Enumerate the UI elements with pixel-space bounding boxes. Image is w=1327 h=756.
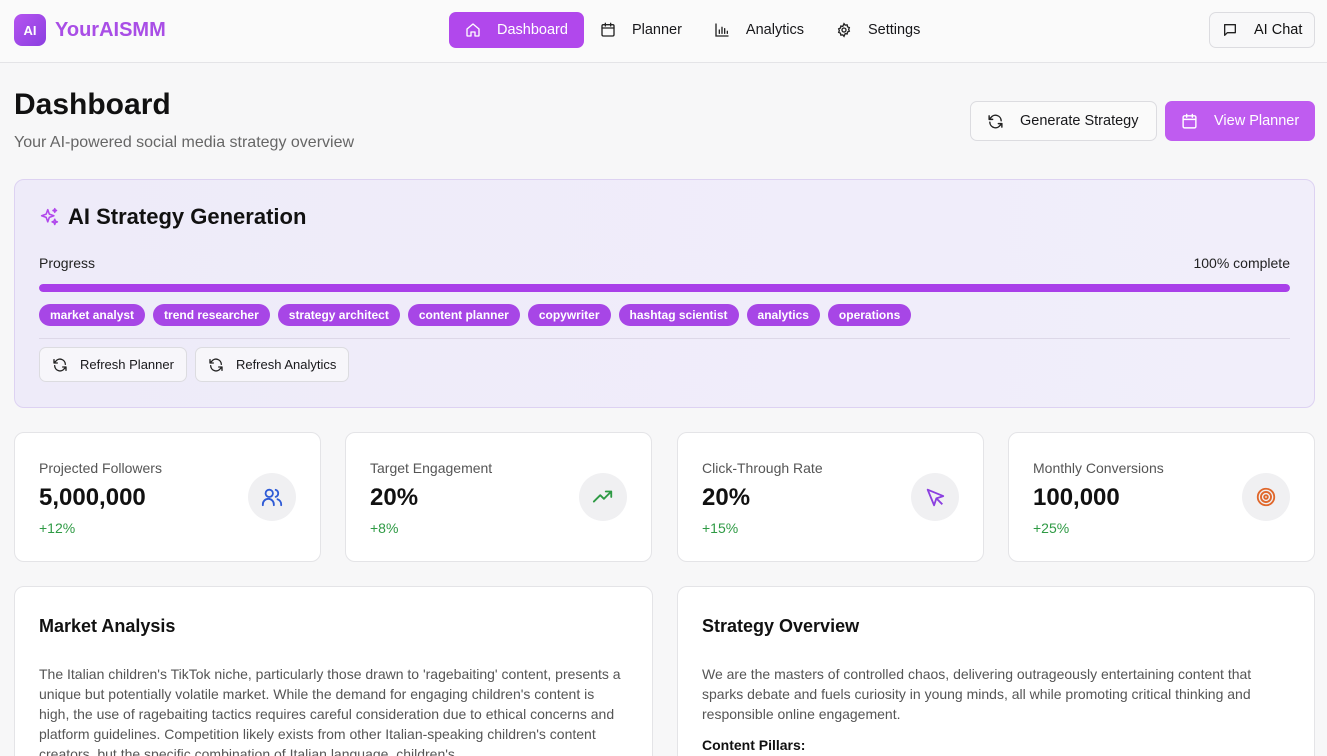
market-analysis-text: The Italian children's TikTok niche, par…: [39, 666, 621, 756]
trending-up-icon: [579, 473, 627, 521]
market-analysis-panel: Market Analysis The Italian children's T…: [14, 586, 653, 756]
refresh-icon: [53, 357, 67, 372]
nav-planner-label: Planner: [631, 22, 682, 38]
sparkles-icon: [40, 207, 59, 225]
stat-card-conversions: Monthly Conversions 100,000 +25%: [1008, 432, 1315, 562]
ai-strategy-title-text: AI Strategy Generation: [68, 204, 307, 229]
strategy-overview-title: Strategy Overview: [702, 616, 860, 636]
progress-value: 100% complete: [1193, 255, 1290, 271]
stat-change: +25%: [1033, 520, 1070, 536]
agent-tag: analytics: [746, 304, 820, 326]
agent-tag: hashtag scientist: [618, 304, 739, 326]
content-pillars-heading: Content Pillars:: [702, 737, 806, 753]
stat-label: Monthly Conversions: [1033, 460, 1164, 476]
nav-dashboard[interactable]: Dashboard: [449, 12, 584, 48]
agent-tag: copywriter: [527, 304, 611, 326]
stat-change: +8%: [370, 520, 399, 536]
view-planner-button[interactable]: View Planner: [1165, 101, 1315, 141]
top-navbar: AI YourAISMM Dashboard Planner Analytics…: [0, 0, 1327, 63]
stat-change: +15%: [702, 520, 739, 536]
logo-badge: AI: [14, 14, 46, 46]
nav-analytics-label: Analytics: [745, 22, 804, 38]
refresh-icon: [988, 114, 1003, 128]
cursor-icon: [911, 473, 959, 521]
strategy-overview-panel: Strategy Overview We are the masters of …: [677, 586, 1315, 756]
market-analysis-title: Market Analysis: [39, 616, 176, 636]
stat-card-followers: Projected Followers 5,000,000 +12%: [14, 432, 321, 562]
view-planner-label: View Planner: [1214, 113, 1300, 129]
calendar-icon: [1182, 113, 1197, 129]
ai-chat-label: AI Chat: [1254, 22, 1303, 38]
refresh-planner-button[interactable]: Refresh Planner: [39, 347, 187, 382]
refresh-analytics-label: Refresh Analytics: [235, 357, 337, 372]
page-subtitle: Your AI-powered social media strategy ov…: [14, 134, 355, 151]
nav-planner[interactable]: Planner: [584, 12, 698, 48]
stat-label: Click-Through Rate: [702, 460, 823, 476]
stat-value: 5,000,000: [39, 484, 146, 511]
stat-value: 20%: [702, 484, 751, 511]
refresh-actions: Refresh Planner Refresh Analytics: [39, 347, 350, 382]
refresh-icon: [209, 357, 223, 372]
agent-tag: trend researcher: [153, 304, 270, 326]
bar-chart-icon: [715, 23, 729, 37]
agent-tag: strategy architect: [277, 304, 400, 326]
refresh-analytics-button[interactable]: Refresh Analytics: [194, 347, 350, 382]
strategy-overview-text: We are the masters of controlled chaos, …: [702, 666, 1252, 722]
agent-tag: operations: [827, 304, 912, 326]
agent-tag: market analyst: [39, 304, 146, 326]
nav-dashboard-label: Dashboard: [497, 22, 568, 38]
stat-label: Projected Followers: [39, 460, 162, 476]
stat-card-ctr: Click-Through Rate 20% +15%: [677, 432, 984, 562]
nav-settings[interactable]: Settings: [820, 12, 936, 48]
stat-change: +12%: [39, 520, 76, 536]
nav-analytics[interactable]: Analytics: [698, 12, 820, 48]
agent-tags: market analyst trend researcher strategy…: [39, 304, 912, 326]
stat-card-engagement: Target Engagement 20% +8%: [345, 432, 652, 562]
page-title: Dashboard: [14, 88, 171, 121]
home-icon: [466, 23, 480, 37]
stat-label: Target Engagement: [370, 460, 493, 476]
progress-label: Progress: [39, 255, 96, 271]
gear-icon: [837, 22, 851, 38]
generate-strategy-label: Generate Strategy: [1020, 113, 1139, 129]
message-square-icon: [1224, 24, 1236, 36]
target-icon: [1242, 473, 1290, 521]
app-name: YourAISMM: [55, 18, 166, 41]
users-icon: [248, 473, 296, 521]
divider: [39, 338, 1290, 339]
ai-chat-button[interactable]: AI Chat: [1209, 12, 1315, 48]
ai-strategy-card: AI Strategy Generation Progress 100% com…: [14, 179, 1315, 408]
agent-tag: content planner: [407, 304, 520, 326]
stat-value: 100,000: [1033, 484, 1120, 511]
stat-value: 20%: [370, 484, 419, 511]
calendar-icon: [601, 22, 615, 37]
main-nav: Dashboard Planner Analytics Settings: [449, 12, 936, 48]
generate-strategy-button[interactable]: Generate Strategy: [970, 101, 1157, 141]
refresh-planner-label: Refresh Planner: [80, 357, 174, 372]
progress-bar-fill: [39, 284, 1290, 292]
nav-settings-label: Settings: [867, 22, 921, 38]
progress-bar: [39, 284, 1290, 292]
ai-strategy-title: AI Strategy Generation: [39, 204, 306, 230]
app-logo[interactable]: AI YourAISMM: [14, 14, 166, 46]
